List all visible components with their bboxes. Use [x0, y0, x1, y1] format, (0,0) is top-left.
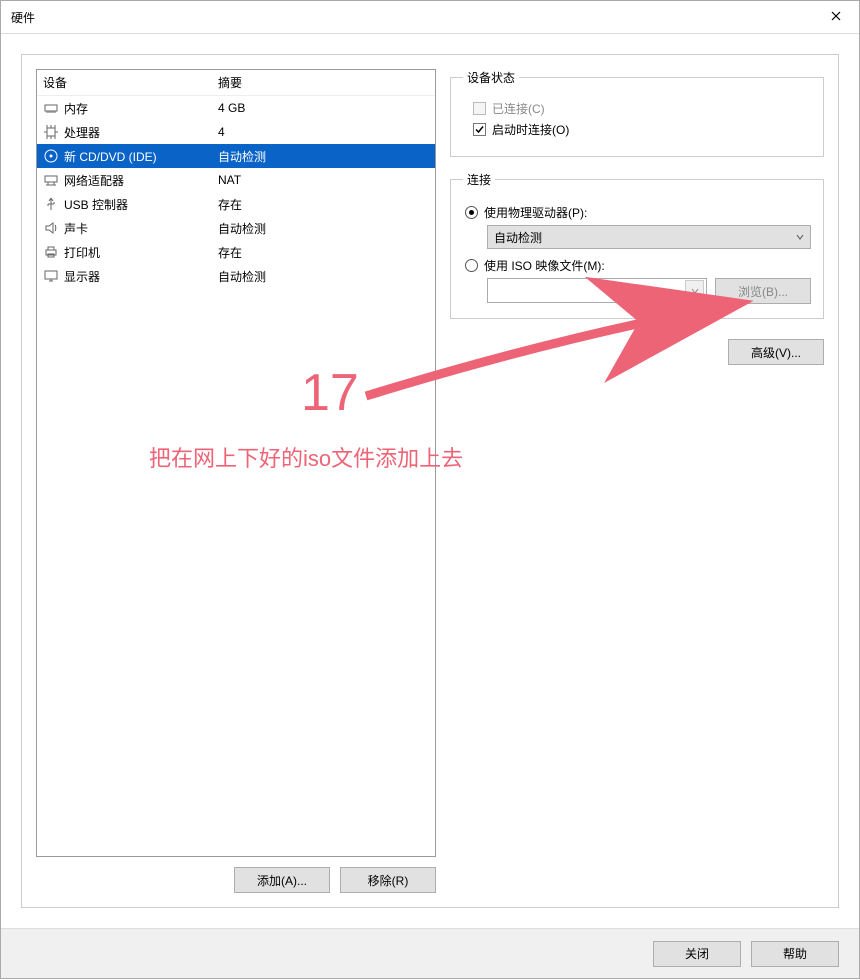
device-summary: 自动检测 [218, 220, 429, 237]
chevron-down-icon [796, 230, 804, 244]
device-summary: 存在 [218, 244, 429, 261]
memory-icon [43, 100, 59, 116]
usb-icon [43, 196, 59, 212]
hardware-dialog: 硬件 设备 摘要 内存 [0, 0, 860, 979]
device-label: 新 CD/DVD (IDE) [64, 148, 157, 165]
check-icon [474, 124, 485, 135]
device-summary: 自动检测 [218, 148, 429, 165]
use-iso-label: 使用 ISO 映像文件(M): [484, 257, 605, 274]
connection-legend: 连接 [463, 171, 495, 188]
device-summary: 自动检测 [218, 268, 429, 285]
device-row-printer[interactable]: 打印机 存在 [37, 240, 435, 264]
connect-on-poweron-label: 启动时连接(O) [492, 121, 569, 138]
use-iso-row[interactable]: 使用 ISO 映像文件(M): [465, 257, 811, 274]
use-physical-radio[interactable] [465, 206, 478, 219]
device-list-buttons: 添加(A)... 移除(R) [36, 867, 436, 893]
disc-icon [43, 148, 59, 164]
left-pane: 设备 摘要 内存 4 GB 处理器 [36, 69, 436, 893]
connect-on-poweron-checkbox[interactable] [473, 123, 486, 136]
close-button[interactable] [813, 1, 859, 33]
network-icon [43, 172, 59, 188]
device-row-display[interactable]: 显示器 自动检测 [37, 264, 435, 288]
device-status-legend: 设备状态 [463, 69, 519, 86]
device-summary: 4 GB [218, 101, 429, 115]
device-label: 声卡 [64, 220, 88, 237]
device-row-cpu[interactable]: 处理器 4 [37, 120, 435, 144]
device-summary: 存在 [218, 196, 429, 213]
device-row-usb[interactable]: USB 控制器 存在 [37, 192, 435, 216]
connection-group: 连接 使用物理驱动器(P): 自动检测 使用 ISO 映像文件(M): [450, 171, 824, 319]
device-label: 内存 [64, 100, 88, 117]
device-list[interactable]: 设备 摘要 内存 4 GB 处理器 [36, 69, 436, 857]
advanced-button[interactable]: 高级(V)... [728, 339, 824, 365]
title-bar: 硬件 [1, 1, 859, 34]
browse-button[interactable]: 浏览(B)... [715, 278, 811, 304]
connected-checkbox [473, 102, 486, 115]
device-label: USB 控制器 [64, 196, 128, 213]
device-label: 显示器 [64, 268, 100, 285]
chevron-down-icon [685, 280, 704, 301]
add-button[interactable]: 添加(A)... [234, 867, 330, 893]
display-icon [43, 268, 59, 284]
connected-label: 已连接(C) [492, 100, 545, 117]
header-device: 设备 [43, 74, 218, 91]
sound-icon [43, 220, 59, 236]
physical-drive-value: 自动检测 [494, 229, 542, 246]
close-icon [831, 10, 841, 24]
device-label: 处理器 [64, 124, 100, 141]
close-dialog-button[interactable]: 关闭 [653, 941, 741, 967]
connect-on-poweron-row[interactable]: 启动时连接(O) [473, 121, 811, 138]
iso-path-combo[interactable] [487, 278, 707, 303]
remove-button[interactable]: 移除(R) [340, 867, 436, 893]
dialog-footer: 关闭 帮助 [1, 928, 859, 978]
device-list-header: 设备 摘要 [37, 70, 435, 96]
cpu-icon [43, 124, 59, 140]
device-status-group: 设备状态 已连接(C) 启动时连接(O) [450, 69, 824, 157]
device-row-memory[interactable]: 内存 4 GB [37, 96, 435, 120]
right-pane: 设备状态 已连接(C) 启动时连接(O) 连接 [450, 69, 824, 893]
content-panel: 设备 摘要 内存 4 GB 处理器 [21, 54, 839, 908]
header-summary: 摘要 [218, 74, 429, 91]
dialog-body: 设备 摘要 内存 4 GB 处理器 [1, 34, 859, 928]
help-button[interactable]: 帮助 [751, 941, 839, 967]
device-summary: 4 [218, 125, 429, 139]
device-row-sound[interactable]: 声卡 自动检测 [37, 216, 435, 240]
connected-row[interactable]: 已连接(C) [473, 100, 811, 117]
window-title: 硬件 [11, 9, 35, 26]
device-row-network[interactable]: 网络适配器 NAT [37, 168, 435, 192]
device-label: 网络适配器 [64, 172, 124, 189]
device-row-cddvd[interactable]: 新 CD/DVD (IDE) 自动检测 [37, 144, 435, 168]
device-label: 打印机 [64, 244, 100, 261]
use-physical-row[interactable]: 使用物理驱动器(P): [465, 204, 811, 221]
device-summary: NAT [218, 173, 429, 187]
use-physical-label: 使用物理驱动器(P): [484, 204, 587, 221]
printer-icon [43, 244, 59, 260]
use-iso-radio[interactable] [465, 259, 478, 272]
physical-drive-select[interactable]: 自动检测 [487, 225, 811, 249]
